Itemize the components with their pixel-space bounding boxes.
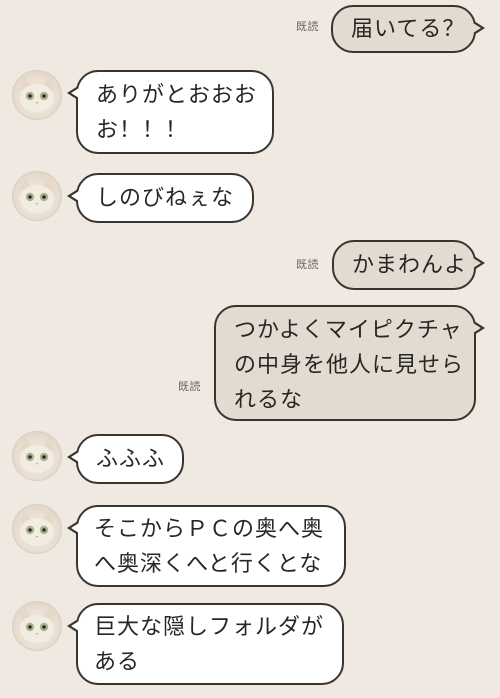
cat-avatar-icon[interactable] — [12, 431, 62, 481]
message-text-line: れるな — [234, 388, 304, 413]
message-bubble-outgoing[interactable]: つかよくマイピクチャ の中身を他人に見せら れるな — [214, 305, 485, 421]
cat-avatar-icon[interactable] — [12, 171, 62, 221]
cat-face-icon — [20, 510, 54, 546]
message-text-line: へ奥深くへと行くとな — [94, 552, 323, 577]
message-bubble-incoming[interactable]: ありがとおおお お！！！ — [67, 70, 274, 154]
message-bubble-outgoing[interactable]: 届いてる？ — [331, 5, 485, 53]
message-text-line: の中身を他人に見せら — [234, 353, 465, 378]
message-text-line: お！！！ — [96, 118, 189, 143]
cat-face-icon — [20, 437, 54, 473]
message-text: しのびねぇな — [96, 186, 235, 211]
message-bubble-incoming[interactable]: 巨大な隠しフォルダが ある — [67, 603, 344, 685]
read-receipt: 既読 — [178, 380, 201, 393]
message-text: かまわんよ — [352, 253, 468, 278]
message-bubble-incoming[interactable]: しのびねぇな — [67, 173, 254, 223]
cat-avatar-icon[interactable] — [12, 504, 62, 554]
message-text-line: 巨大な隠しフォルダが — [94, 615, 325, 640]
message-text-line: ある — [94, 650, 141, 675]
cat-avatar-icon[interactable] — [12, 70, 62, 120]
cat-face-icon — [20, 177, 54, 213]
message-text-line: そこからＰＣの奥へ奥 — [94, 517, 325, 542]
message-text-line: ありがとおおお — [96, 83, 258, 108]
message-text: 届いてる？ — [351, 17, 466, 42]
chat-thread: 既読 届いてる？ ありがとおおお お！！！ しのびねぇな 既読 かまわんよ 既読… — [0, 0, 500, 698]
read-receipt: 既読 — [296, 258, 319, 271]
read-receipt: 既読 — [296, 20, 319, 33]
message-bubble-outgoing[interactable]: かまわんよ — [332, 240, 485, 290]
message-bubble-incoming[interactable]: そこからＰＣの奥へ奥 へ奥深くへと行くとな — [67, 505, 346, 587]
message-bubble-incoming[interactable]: ふふふ — [67, 434, 184, 484]
message-text-line: つかよくマイピクチャ — [234, 318, 463, 343]
message-text: ふふふ — [96, 447, 166, 472]
cat-face-icon — [20, 607, 54, 643]
cat-face-icon — [20, 76, 54, 112]
cat-avatar-icon[interactable] — [12, 601, 62, 651]
